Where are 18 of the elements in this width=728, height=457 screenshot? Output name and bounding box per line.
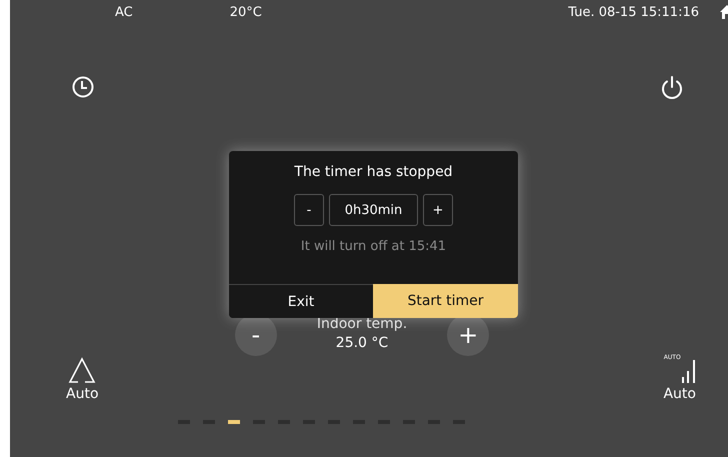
exit-button[interactable]: Exit xyxy=(229,284,373,318)
start-timer-button[interactable]: Start timer xyxy=(373,284,518,318)
mode-setting-label: Auto xyxy=(66,386,99,402)
fan-speed-label: Auto xyxy=(663,386,696,402)
indoor-temp-label: Indoor temp. xyxy=(316,316,408,332)
increment-button[interactable]: + xyxy=(423,194,453,226)
signal-bars-icon[interactable] xyxy=(682,360,696,384)
turn-off-info: It will turn off at 15:41 xyxy=(300,239,446,254)
decrement-button[interactable]: - xyxy=(294,194,324,226)
dialog-title: The timer has stopped xyxy=(294,164,453,180)
outdoor-temp: 20°C xyxy=(230,4,262,20)
duration-value: 0h30min xyxy=(329,194,418,226)
mode-label: AC xyxy=(115,4,133,20)
power-icon[interactable] xyxy=(661,76,683,100)
page-indicator[interactable] xyxy=(228,420,240,424)
datetime: Tue. 08-15 15:11:16 xyxy=(568,4,699,20)
clock-icon[interactable] xyxy=(72,76,94,98)
indoor-temp-value: 25.0 °C xyxy=(336,334,388,350)
